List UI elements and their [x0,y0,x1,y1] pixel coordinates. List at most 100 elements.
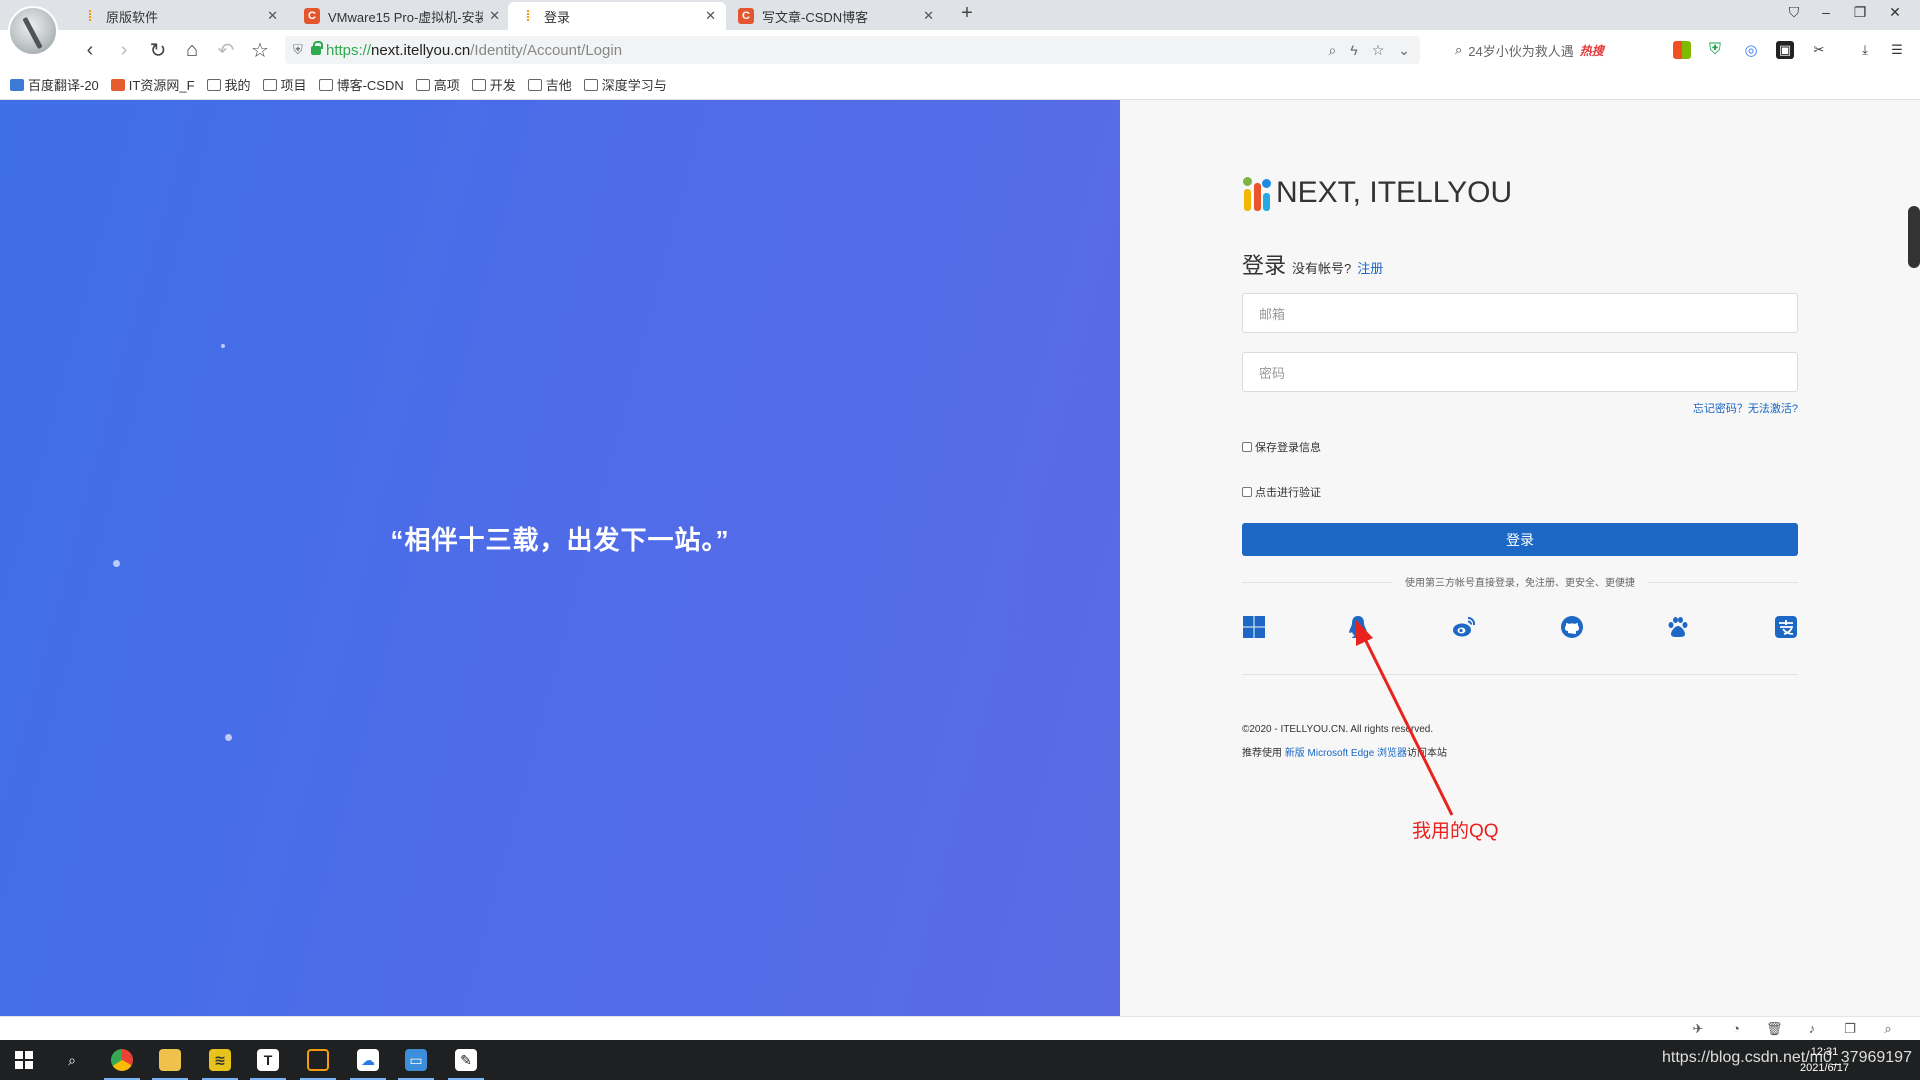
search-hint-text: 24岁小伙为救人遇 [1468,43,1574,59]
edge-link[interactable]: 新版 Microsoft Edge 浏览器 [1285,748,1407,759]
scissors-icon[interactable]: ✂ [1810,41,1828,59]
vmware-icon [307,1049,329,1071]
search-box[interactable]: ⌕ 24岁小伙为救人遇 热搜 [1455,36,1665,64]
start-button[interactable] [0,1040,48,1080]
taskbar-search-button[interactable]: ⌕ [48,1040,96,1080]
speed-icon[interactable]: ◔ [1728,1021,1744,1037]
taskbar-app-yellow[interactable]: ≋ [196,1040,244,1080]
forgot-password-link[interactable]: 忘记密码？无法激活? [1600,400,1798,416]
checkbox-box[interactable] [1242,487,1252,497]
login-panel [1120,100,1920,1016]
taskbar-file-explorer[interactable] [146,1040,194,1080]
app-icon: ≋ [209,1049,231,1071]
taskbar-browser[interactable] [98,1040,146,1080]
bookmark-folder-gaoxiang[interactable]: 高项 [415,75,460,94]
bookmark-baidu-translate[interactable]: 百度翻译-20 [10,75,99,94]
itellyou-logo-icon [1242,175,1272,211]
windows-apps-icon[interactable] [1673,41,1691,59]
home-button[interactable]: ⌂ [180,38,204,62]
password-field[interactable]: 密码 [1242,352,1798,392]
copyright-text: ©2020 - ITELLYOU.CN. All rights reserved… [1242,724,1434,735]
no-account-text: 没有帐号? [1292,261,1352,276]
bookmark-folder-guitar[interactable]: 吉他 [527,75,572,94]
it-resource-favicon [110,78,125,91]
zoom-icon[interactable]: ⌕ [1328,42,1336,59]
monitor-icon: ▭ [405,1049,427,1071]
brand-logo: NEXT, ITELLYOU [1242,175,1512,211]
rocket-icon[interactable]: ✈ [1690,1021,1706,1037]
bookmark-folder-projects[interactable]: 项目 [262,75,307,94]
tab-vmware[interactable]: C VMware15 Pro-虚拟机-安装 ✕ [292,2,510,30]
qq-penguin-icon[interactable] [1346,615,1370,639]
email-field[interactable]: 邮箱 [1242,293,1798,333]
baidu-translate-favicon [10,78,24,91]
pen-icon: ✎ [455,1049,477,1071]
shield-check-icon[interactable]: ⛨ [1706,41,1724,59]
bookmark-star-button[interactable]: ☆ [248,38,272,62]
address-bar[interactable]: ⛨ https:// next.itellyou.cn /Identity/Ac… [285,36,1420,64]
csdn-favicon: C [738,8,754,24]
bookmark-folder-dev[interactable]: 开发 [471,75,516,94]
translate-icon[interactable]: ◎ [1742,41,1760,59]
download-icon[interactable]: ⤓ [1856,41,1874,59]
baidu-paw-icon[interactable] [1666,615,1690,639]
new-tab-button[interactable]: + [955,2,979,25]
taskbar: ⌕ ≋ T ☁ ▭ ✎ 12:31 2021/6/17 [0,1040,1920,1080]
lightning-icon[interactable]: ϟ [1350,42,1357,59]
avatar[interactable] [8,6,58,56]
verify-checkbox[interactable]: 点击进行验证 [1242,484,1321,500]
register-link[interactable]: 注册 [1357,258,1383,277]
taskbar-pen-app[interactable]: ✎ [442,1040,490,1080]
bookmark-label: IT资源网_F [128,78,195,93]
taskbar-typora[interactable]: T [244,1040,292,1080]
bookmark-folder-csdn[interactable]: 博客-CSDN [318,75,404,94]
minimize-button[interactable]: – [1816,4,1836,20]
bookmark-folder-deep-learning[interactable]: 深度学习与 [583,75,667,94]
tab-original-software[interactable]: ⁞ 原版软件 ✕ [70,2,288,30]
forward-button[interactable]: › [112,38,136,62]
tab-label: 原版软件 [106,9,159,25]
sound-icon[interactable]: ♪ [1804,1021,1820,1037]
hot-search-badge: 热搜 [1579,43,1604,58]
chevron-down-icon[interactable]: ⌄ [1398,42,1410,59]
favorite-star-icon[interactable]: ☆ [1372,42,1385,59]
bookmark-it-resource[interactable]: IT资源网_F [110,75,195,94]
particle-dot [225,734,232,741]
alipay-icon[interactable] [1774,615,1798,639]
menu-icon[interactable]: ☰ [1888,41,1906,59]
taskbar-baidu-netdisk[interactable]: ☁ [344,1040,392,1080]
taskbar-remote-desktop[interactable]: ▭ [392,1040,440,1080]
undo-close-button[interactable]: ↶ [214,38,238,62]
weibo-icon[interactable] [1452,615,1476,639]
hero-quote: “相伴十三载，出发下一站。” [390,525,730,555]
scrollbar-thumb[interactable] [1908,206,1920,268]
particle-dot [113,560,120,567]
close-window-button[interactable]: ✕ [1885,4,1905,21]
windows-icon[interactable] [1242,615,1266,639]
window-icon[interactable]: ❐ [1842,1021,1858,1037]
login-button[interactable]: 登录 [1242,523,1798,556]
trash-icon[interactable]: 🗑 [1766,1021,1783,1037]
back-button[interactable]: ‹ [78,38,102,62]
checkbox-box[interactable] [1242,442,1252,452]
restore-button[interactable]: ❐ [1850,4,1870,21]
close-icon[interactable]: ✕ [923,8,934,24]
bookmark-label: 百度翻译-20 [28,78,99,93]
reload-button[interactable]: ↻ [146,38,170,62]
bookmark-folder-mine[interactable]: 我的 [206,75,251,94]
extension-icon[interactable]: ▣ [1776,41,1794,59]
github-icon[interactable] [1560,615,1584,639]
close-icon[interactable]: ✕ [267,8,278,24]
close-icon[interactable]: ✕ [489,8,500,24]
remember-checkbox[interactable]: 保存登录信息 [1242,439,1321,455]
tab-strip: ⁞ 原版软件 ✕ C VMware15 Pro-虚拟机-安装 ✕ ⁞ 登录 ✕ … [0,0,1920,30]
taskbar-vmware[interactable] [294,1040,342,1080]
annotation-label: 我用的QQ [1412,821,1499,842]
search-icon: ⌕ [68,1051,76,1068]
tab-login[interactable]: ⁞ 登录 ✕ [508,2,726,30]
folder-icon [318,78,333,91]
zoom-icon[interactable]: ⌕ [1880,1021,1896,1037]
close-icon[interactable]: ✕ [705,8,716,24]
tab-csdn-write[interactable]: C 写文章-CSDN博客 ✕ [726,2,944,30]
shirt-skin-icon[interactable]: ⛉ [1784,4,1804,21]
